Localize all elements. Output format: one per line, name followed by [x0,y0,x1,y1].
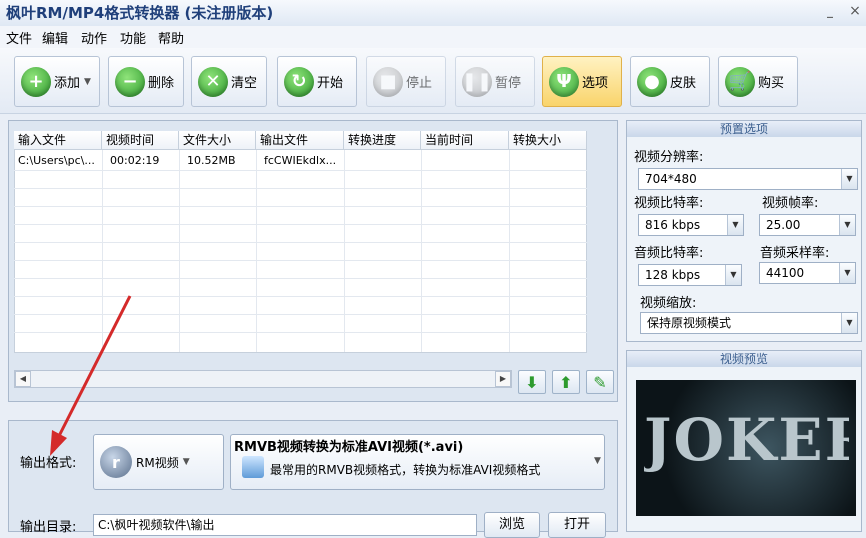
arrow-shaft [56,295,132,439]
arrow-head [50,430,67,456]
annotation-arrow [50,295,132,456]
